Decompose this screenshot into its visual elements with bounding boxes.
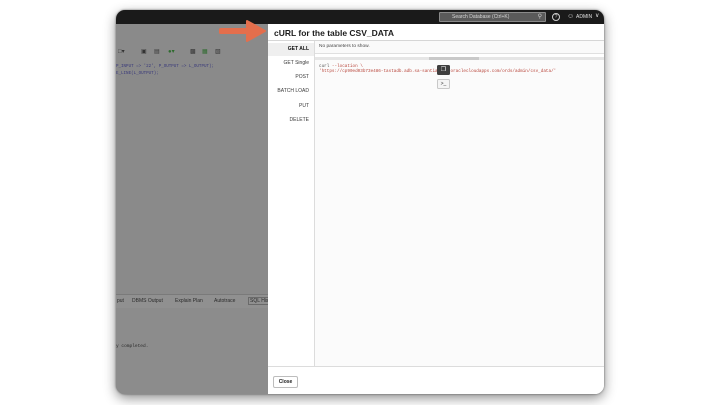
code-line: E_LINE(L_OUTPUT); [116,72,159,76]
curl-content: No parameters to show. curl --location \… [314,41,604,366]
curl-dialog: cURL for the table CSV_DATA GET ALL GET … [268,24,604,394]
editor-backdrop: □▾ ▣ ▤ ●▾ ▩ ▦ ▧ P_INPUT => '22', P_OUTPU… [116,24,272,394]
copy-icon[interactable]: ❐ [437,65,450,75]
user-menu-label[interactable]: ADMIN [576,13,592,21]
tab-dbms-output[interactable]: DBMS Output [132,298,163,304]
run-icon[interactable]: ●▾ [168,48,175,55]
tab-explain-plan[interactable]: Explain Plan [175,298,203,304]
code-line: P_INPUT => '22', P_OUTPUT => L_OUTPUT); [116,65,215,69]
search-input[interactable]: Search Database (Ctrl+K) ⚲ [439,12,546,22]
tab-get-single[interactable]: GET Single [268,57,314,70]
curl-code-block[interactable]: curl --location \ 'https://cp90ed03b73e4… [315,60,604,366]
params-text: No parameters to show. [319,44,370,49]
method-nav: GET ALL GET Single POST BATCH LOAD PUT D… [268,41,314,366]
app-window: Search Database (Ctrl+K) ⚲ ? ☺ ADMIN ∨ □… [116,10,604,394]
search-icon: ⚲ [537,14,542,20]
dialog-title: cURL for the table CSV_DATA [274,28,394,38]
rollback-icon[interactable]: ▧ [215,48,221,55]
save-icon[interactable]: ▤ [154,48,160,55]
tab-output[interactable]: put [117,298,124,304]
output-text: y completed. [116,344,149,349]
tab-delete[interactable]: DELETE [268,114,314,127]
search-placeholder: Search Database (Ctrl+K) [452,14,510,20]
tab-post[interactable]: POST [268,71,314,84]
commit-icon[interactable]: ▦ [202,48,208,55]
dialog-footer: Close [268,366,604,394]
folder-icon[interactable]: ▣ [141,48,147,55]
editor-toolbar: □▾ ▣ ▤ ●▾ ▩ ▦ ▧ [116,42,268,62]
top-bar: Search Database (Ctrl+K) ⚲ ? ☺ ADMIN ∨ [116,10,604,24]
params-row: No parameters to show. [315,41,604,54]
tab-put[interactable]: PUT [268,100,314,113]
help-icon[interactable]: ? [552,13,560,21]
tab-autotrace[interactable]: Autotrace [214,298,235,304]
file-icon[interactable]: □▾ [118,48,125,55]
output-tabs: put DBMS Output Explain Plan Autotrace S… [116,294,272,308]
chevron-down-icon[interactable]: ∨ [595,12,599,21]
user-icon[interactable]: ☺ [567,12,574,21]
output-pane: y completed. [116,308,268,394]
tab-batch-load[interactable]: BATCH LOAD [268,85,314,98]
terminal-icon[interactable]: >_ [437,79,450,89]
tab-get-all[interactable]: GET ALL [268,43,314,56]
close-button[interactable]: Close [273,376,298,388]
debug-icon[interactable]: ▩ [190,48,196,55]
annotation-arrow-icon [219,20,266,42]
